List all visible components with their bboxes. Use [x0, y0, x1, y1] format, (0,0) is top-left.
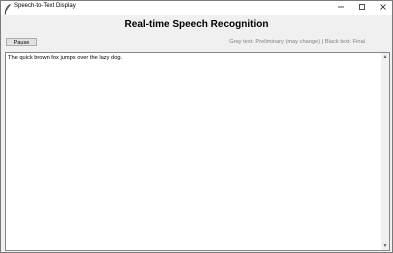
page-title: Real-time Speech Recognition: [124, 19, 269, 30]
transcript-text: The quick brown fox jumps over the lazy …: [8, 55, 123, 61]
minimize-icon: [337, 3, 345, 13]
minimize-button[interactable]: [331, 1, 351, 15]
scroll-up-arrow-icon[interactable]: ▲: [381, 54, 389, 60]
title-bar[interactable]: Speech-to-Text Display: [1, 1, 392, 15]
legend-text: Gray text: Preliminary (may change) | Bl…: [229, 39, 365, 45]
window-title: Speech-to-Text Display: [14, 3, 76, 9]
app-window: Speech-to-Text Display Real-time Speech …: [0, 0, 393, 253]
vertical-scrollbar[interactable]: ▲ ▼: [381, 53, 389, 250]
maximize-icon: [358, 3, 366, 13]
scroll-down-arrow-icon[interactable]: ▼: [381, 243, 389, 249]
maximize-button[interactable]: [352, 1, 372, 15]
transcript-textarea[interactable]: The quick brown fox jumps over the lazy …: [5, 52, 390, 251]
close-icon: [379, 3, 387, 13]
close-button[interactable]: [373, 1, 393, 15]
pause-button[interactable]: Pause: [6, 38, 37, 46]
feather-icon: [4, 2, 12, 15]
